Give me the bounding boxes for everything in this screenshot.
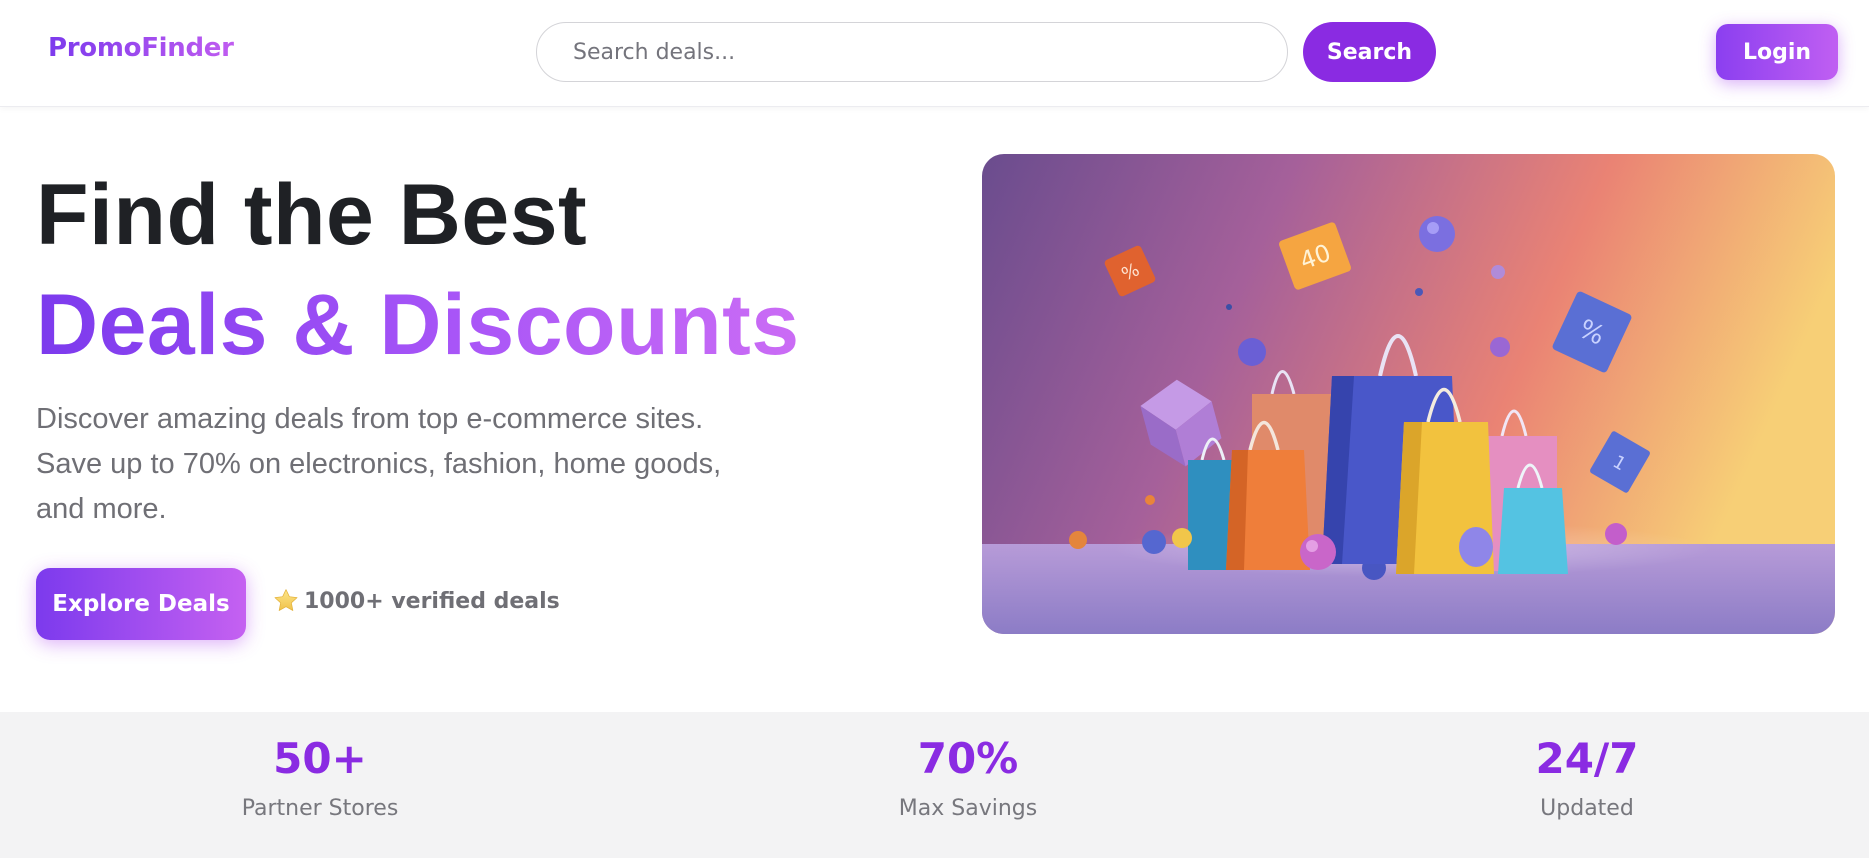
search-bar[interactable] <box>536 22 1288 82</box>
stat-label: Max Savings <box>898 796 1038 822</box>
stat-max-savings: 70% Max Savings <box>818 734 1118 822</box>
search-button[interactable]: Search <box>1303 22 1436 82</box>
stat-value: 50+ <box>273 734 367 783</box>
stat-value: 24/7 <box>1535 734 1639 783</box>
shopping-bags-illustration: % 40 % 1 <box>982 154 1835 634</box>
logo[interactable]: PromoFinder <box>48 33 234 63</box>
stat-value: 70% <box>917 734 1019 783</box>
shopping-bags-illustration-svg: % 40 % 1 <box>982 154 1835 634</box>
stat-label: Updated <box>1540 796 1634 822</box>
search-input[interactable] <box>537 23 1287 81</box>
explore-deals-button[interactable]: Explore Deals <box>36 568 246 640</box>
stats-section: 50+ Partner Stores 70% Max Savings 24/7 … <box>0 712 1869 858</box>
verified-deals-text: 1000+ verified deals <box>304 588 560 614</box>
hero-title-line2: Deals & Discounts <box>36 277 800 373</box>
star-icon <box>274 589 298 611</box>
verified-deals-badge: 1000+ verified deals <box>272 585 560 617</box>
site-header: PromoFinder Search Login <box>0 0 1869 107</box>
hero-title-line1: Find the Best <box>36 167 588 263</box>
stat-updated: 24/7 Updated <box>1437 734 1737 822</box>
hero-description: Discover amazing deals from top e-commer… <box>36 403 722 525</box>
stat-label: Partner Stores <box>241 796 399 822</box>
login-button[interactable]: Login <box>1716 24 1838 80</box>
stat-partner-stores: 50+ Partner Stores <box>170 734 470 822</box>
